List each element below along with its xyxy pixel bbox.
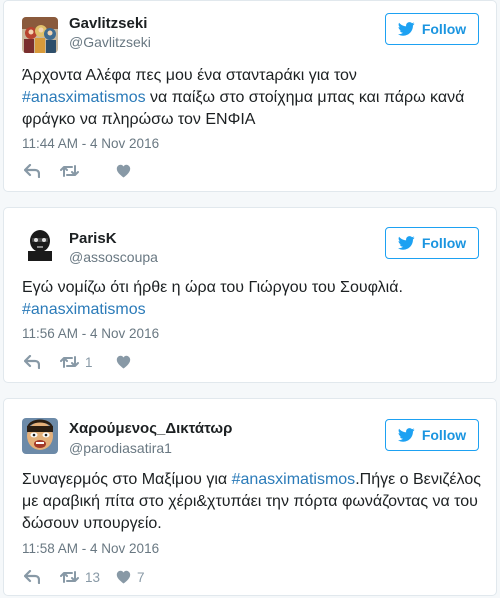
retweet-icon xyxy=(60,571,79,583)
tweet-timestamp[interactable]: 11:58 AM - 4 Nov 2016 xyxy=(22,541,159,556)
author-handle[interactable]: @assoscoupa xyxy=(69,249,158,265)
author-handle[interactable]: @Gavlitzseki xyxy=(69,34,151,50)
reply-button[interactable] xyxy=(24,570,60,584)
retweet-button[interactable]: 1 xyxy=(60,355,116,370)
like-count: 7 xyxy=(137,569,145,585)
tweet-timestamp[interactable]: 11:44 AM - 4 Nov 2016 xyxy=(22,136,159,151)
tweet-card: ParisK @assoscoupa Follow Εγώ νομίζω ότι… xyxy=(3,207,497,383)
retweet-icon xyxy=(60,356,79,368)
tweet-actions: 1 xyxy=(24,353,156,371)
reply-icon xyxy=(24,164,40,178)
hashtag-link[interactable]: #anasximatismos xyxy=(22,89,146,106)
twitter-bird-icon xyxy=(397,236,415,250)
tweet-card: Gavlitzseki @Gavlitzseki Follow Άρχοντα … xyxy=(3,0,497,192)
author-handle[interactable]: @parodiasatira1 xyxy=(69,440,172,456)
tweet-actions xyxy=(24,162,156,180)
heart-icon xyxy=(116,355,131,369)
retweet-count: 13 xyxy=(85,569,101,585)
twitter-bird-icon xyxy=(397,22,415,36)
tweet-actions: 13 7 xyxy=(24,568,156,586)
tweet-text-before: Άρχοντα Αλέφα πες μου ένα σταντaράκι για… xyxy=(22,67,357,84)
like-button[interactable] xyxy=(116,164,156,178)
reply-icon xyxy=(24,355,40,369)
avatar[interactable] xyxy=(22,418,58,454)
twitter-bird-icon xyxy=(397,428,415,442)
tweet-timestamp[interactable]: 11:56 AM - 4 Nov 2016 xyxy=(22,326,159,341)
tweet-text: Συναγερμός στο Μαξίμου για #anasximatism… xyxy=(22,469,482,535)
follow-label: Follow xyxy=(421,21,467,37)
tweet-text: Άρχοντα Αλέφα πες μου ένα σταντaράκι για… xyxy=(22,65,482,131)
reply-button[interactable] xyxy=(24,355,60,369)
heart-icon xyxy=(116,164,131,178)
tweet-text-before: Συναγερμός στο Μαξίμου για xyxy=(22,471,232,488)
follow-label: Follow xyxy=(421,235,467,251)
retweet-icon xyxy=(60,165,79,177)
tweet-text: Εγώ νομίζω ότι ήρθε η ώρα του Γιώργου το… xyxy=(22,277,482,321)
avatar[interactable] xyxy=(22,17,58,53)
follow-button[interactable]: Follow xyxy=(385,227,479,259)
retweet-count: 1 xyxy=(85,354,93,370)
tweet-text-before: Εγώ νομίζω ότι ήρθε η ώρα του Γιώργου το… xyxy=(22,279,403,296)
reply-icon xyxy=(24,570,40,584)
reply-button[interactable] xyxy=(24,164,60,178)
follow-button[interactable]: Follow xyxy=(385,419,479,451)
author-name[interactable]: Gavlitzseki xyxy=(69,15,147,32)
heart-icon xyxy=(116,570,131,584)
retweet-button[interactable]: 13 xyxy=(60,570,116,585)
author-name[interactable]: ParisK xyxy=(69,230,117,247)
like-button[interactable]: 7 xyxy=(116,570,156,585)
retweet-button[interactable] xyxy=(60,164,116,178)
avatar[interactable] xyxy=(22,225,58,261)
hashtag-link[interactable]: #anasximatismos xyxy=(232,471,356,488)
follow-button[interactable]: Follow xyxy=(385,13,479,45)
author-name[interactable]: Χαρούμενος_Δικτάτωρ xyxy=(69,420,232,437)
hashtag-link[interactable]: #anasximatismos xyxy=(22,301,146,318)
like-button[interactable] xyxy=(116,355,156,369)
follow-label: Follow xyxy=(421,427,467,443)
tweet-card: Χαρούμενος_Δικτάτωρ @parodiasatira1 Foll… xyxy=(3,398,497,596)
